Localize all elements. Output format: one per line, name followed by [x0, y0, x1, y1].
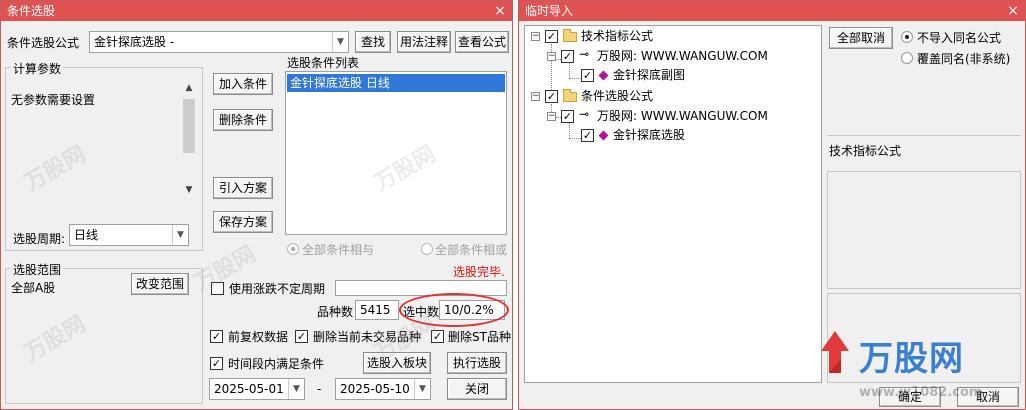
params-scrollbar[interactable]: ▲ ▼: [181, 83, 197, 199]
stock-screener-window: 条件选股 × 条件选股公式 金针探底选股 - ▼ 查找 用法注释 查看公式 计算…: [0, 0, 513, 410]
date-to-select[interactable]: 2025-05-10 ▼: [335, 378, 431, 400]
add-condition-button[interactable]: 加入条件: [213, 73, 273, 95]
collapse-toggle[interactable]: −: [547, 112, 556, 121]
title-bar: 临时导入 ×: [519, 1, 1025, 21]
count-value: 5415: [360, 303, 391, 317]
collapse-toggle[interactable]: −: [547, 52, 556, 61]
fq-checkbox[interactable]: [210, 330, 223, 343]
info-panel: [827, 171, 1021, 289]
period-field[interactable]: [335, 280, 507, 296]
chevron-down-icon[interactable]: ▼: [332, 32, 348, 52]
info-label: 技术指标公式: [829, 144, 902, 158]
tech-site-checkbox[interactable]: [561, 50, 574, 63]
range-group-title: 选股范围: [11, 261, 64, 278]
chevron-down-icon[interactable]: ▼: [414, 379, 430, 399]
no-import-label: 不导入同名公式: [917, 31, 1002, 45]
date-from-select[interactable]: 2025-05-01 ▼: [209, 378, 305, 400]
use-period-checkbox[interactable]: [211, 282, 224, 295]
change-range-button[interactable]: 改变范围: [131, 273, 189, 295]
condition-list[interactable]: 金针探底选股 日线: [285, 71, 507, 235]
highlight-circle: [399, 293, 509, 327]
no-params-text: 无参数需要设置: [11, 93, 96, 107]
cond-item-label[interactable]: 金针探底选股: [613, 126, 685, 144]
key-icon: ⊸: [579, 107, 590, 121]
radio-or-label: 全部条件相或: [435, 243, 508, 257]
chevron-down-icon[interactable]: ▼: [172, 225, 188, 245]
chevron-down-icon[interactable]: ▼: [288, 379, 304, 399]
overwrite-radio[interactable]: [901, 52, 913, 64]
key-icon: ⊸: [579, 47, 590, 61]
use-period-label: 使用涨跌不定周期: [229, 282, 326, 296]
condition-item[interactable]: 金针探底选股 日线: [287, 74, 505, 92]
close-icon[interactable]: ×: [492, 1, 508, 21]
tech-item-label[interactable]: 金针探底副图: [613, 66, 685, 84]
site-watermark: www.w1082.com: [859, 385, 983, 400]
tech-folder-label[interactable]: 技术指标公式: [581, 27, 653, 45]
folder-icon: [563, 29, 577, 42]
scroll-thumb[interactable]: [183, 99, 195, 153]
title-bar: 条件选股 ×: [1, 1, 512, 21]
window-title: 条件选股: [7, 4, 56, 18]
radio-and-label: 全部条件相与: [302, 243, 375, 257]
delete-condition-button[interactable]: 删除条件: [213, 109, 273, 131]
save-scheme-button[interactable]: 保存方案: [213, 211, 273, 233]
time-cond-label: 时间段内满足条件: [228, 357, 325, 371]
date-separator: -: [317, 382, 322, 396]
formula-select[interactable]: 金针探底选股 - ▼: [89, 31, 349, 53]
collapse-toggle[interactable]: −: [531, 92, 540, 101]
close-button[interactable]: 关闭: [447, 378, 507, 400]
rm-untraded-label: 删除当前未交易品种: [313, 330, 422, 344]
find-button[interactable]: 查找: [355, 31, 391, 53]
usage-button[interactable]: 用法注释: [397, 31, 451, 53]
cond-folder-checkbox[interactable]: [545, 90, 558, 103]
period-select[interactable]: 日线 ▼: [69, 224, 189, 246]
rm-untraded-checkbox[interactable]: [295, 330, 308, 343]
rm-st-label: 删除ST品种: [448, 330, 511, 344]
calc-params-title: 计算参数: [11, 60, 64, 77]
formula-value: 金针探底选股 -: [94, 35, 175, 49]
execute-button[interactable]: 执行选股: [447, 352, 507, 374]
import-scheme-button[interactable]: 引入方案: [213, 177, 273, 199]
no-import-radio[interactable]: [901, 31, 913, 43]
formula-label: 条件选股公式: [7, 36, 80, 50]
count-label: 品种数: [317, 305, 354, 319]
folder-icon: [563, 89, 577, 102]
brand-watermark: 万股网: [859, 339, 964, 379]
cond-folder-label[interactable]: 条件选股公式: [581, 87, 653, 105]
rm-st-checkbox[interactable]: [431, 330, 444, 343]
radio-or[interactable]: [421, 243, 433, 255]
overwrite-label: 覆盖同名(非系统): [917, 52, 1011, 66]
divider: [827, 135, 1021, 136]
logo-icon: [815, 329, 855, 379]
window-title: 临时导入: [525, 4, 574, 18]
close-icon[interactable]: ×: [1005, 1, 1021, 21]
collapse-toggle[interactable]: −: [531, 32, 540, 41]
range-value: 全部A股: [11, 281, 56, 295]
tech-site-label[interactable]: 万股网: WWW.WANGUW.COM: [597, 47, 768, 65]
cond-site-checkbox[interactable]: [561, 110, 574, 123]
formula-tree[interactable]: − 技术指标公式 − ⊸ 万股网: WWW.WANGUW.COM 金针探底副图 …: [524, 25, 822, 383]
formula-icon: [598, 70, 609, 81]
fq-label: 前复权数据: [228, 330, 289, 344]
status-text: 选股完毕.: [453, 265, 505, 279]
cond-site-label[interactable]: 万股网: WWW.WANGUW.COM: [597, 107, 768, 125]
count-field: 5415: [355, 300, 399, 320]
condition-list-label: 选股条件列表: [287, 56, 360, 70]
view-formula-button[interactable]: 查看公式: [455, 31, 509, 53]
tech-folder-checkbox[interactable]: [545, 30, 558, 43]
temp-import-window: 临时导入 × − 技术指标公式 − ⊸ 万股网: WWW.WANGUW.COM …: [518, 0, 1026, 410]
time-cond-checkbox[interactable]: [210, 357, 223, 370]
tech-item-checkbox[interactable]: [581, 69, 594, 82]
scroll-down-icon[interactable]: ▼: [181, 185, 197, 199]
period-label: 选股周期:: [13, 232, 66, 246]
scroll-up-icon[interactable]: ▲: [181, 83, 197, 97]
date-from-value: 2025-05-01: [214, 382, 284, 396]
date-to-value: 2025-05-10: [340, 382, 410, 396]
period-value: 日线: [74, 228, 99, 242]
radio-and[interactable]: [287, 243, 299, 255]
to-block-button[interactable]: 选股入板块: [363, 352, 431, 374]
cancel-all-button[interactable]: 全部取消: [829, 27, 893, 49]
formula-icon: [598, 130, 609, 141]
cond-item-checkbox[interactable]: [581, 129, 594, 142]
